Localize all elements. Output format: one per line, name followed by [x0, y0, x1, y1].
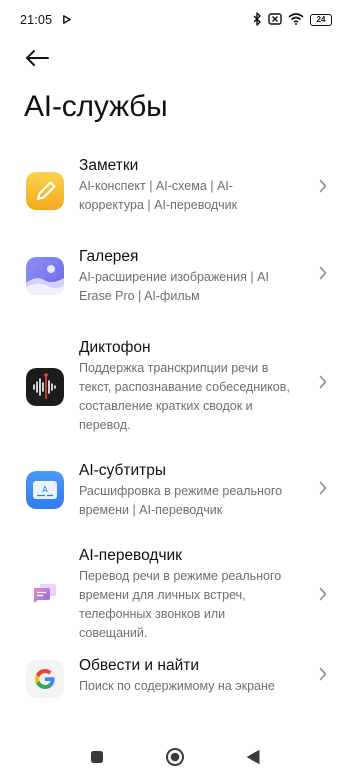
- service-item-recorder[interactable]: Диктофон Поддержка транскрипции речи в т…: [0, 328, 350, 450]
- service-description: Перевод речи в режиме реального времени …: [79, 567, 314, 643]
- service-item-gallery[interactable]: Галерея AI-расширение изображения | AI E…: [0, 236, 350, 328]
- service-description: AI-конспект | AI-схема | AI- корректура …: [79, 177, 314, 215]
- svg-text:A: A: [42, 485, 48, 494]
- service-description-line: составление кратких сводок и: [79, 399, 253, 413]
- service-description-line: корректура | AI-переводчик: [79, 198, 238, 212]
- service-item-circle-to-search[interactable]: Обвести и найти Поиск по содержимому на …: [0, 650, 350, 712]
- translator-chat-icon: [26, 574, 64, 612]
- service-description: AI-расширение изображения | AI Erase Pro…: [79, 268, 314, 306]
- service-title: AI-субтитры: [79, 462, 166, 479]
- service-description-line: текст, распознавание собеседников,: [79, 380, 290, 394]
- service-description-line: AI-расширение изображения | AI: [79, 270, 269, 284]
- service-title: Заметки: [79, 157, 139, 174]
- chevron-right-icon: [318, 586, 328, 602]
- service-item-ai-translator[interactable]: AI-переводчик Перевод речи в режиме реал…: [0, 532, 350, 650]
- arrow-left-icon: [25, 49, 49, 72]
- screen: 21:05 24 AI-службы Заметки AI-конспект |…: [0, 0, 350, 778]
- back-triangle-icon[interactable]: [242, 746, 264, 768]
- service-title: AI-переводчик: [79, 547, 182, 564]
- service-description-line: времени для личных встреч,: [79, 588, 246, 602]
- service-description-line: времени | AI-переводчик: [79, 503, 223, 517]
- chevron-right-icon: [318, 480, 328, 496]
- subtitles-icon: A: [26, 471, 64, 509]
- battery-icon: 24: [310, 14, 332, 26]
- back-button[interactable]: [20, 45, 54, 75]
- service-description-line: Erase Pro | AI-фильм: [79, 289, 200, 303]
- battery-level: 24: [316, 15, 326, 24]
- chevron-right-icon: [318, 265, 328, 281]
- chevron-right-icon: [318, 178, 328, 194]
- service-description-line: Перевод речи в режиме реального: [79, 569, 282, 583]
- service-description-line: телефонных звонков или: [79, 607, 226, 621]
- status-bar: 21:05 24: [0, 0, 350, 40]
- gallery-mountain-icon: [26, 257, 64, 295]
- sim-card-off-icon: [268, 12, 282, 28]
- service-item-ai-subtitles[interactable]: A AI-субтитры Расшифровка в режиме реаль…: [0, 450, 350, 532]
- service-description-line: AI-конспект | AI-схема | AI-: [79, 179, 233, 193]
- service-description-line: Поддержка транскрипции речи в: [79, 361, 269, 375]
- service-description-line: Расшифровка в режиме реального: [79, 484, 283, 498]
- service-description: Поиск по содержимому на экране: [79, 677, 314, 696]
- service-title: Галерея: [79, 248, 139, 265]
- service-list: Заметки AI-конспект | AI-схема | AI- кор…: [0, 148, 350, 712]
- service-description: Поддержка транскрипции речи в текст, рас…: [79, 359, 314, 435]
- service-title: Диктофон: [79, 339, 151, 356]
- google-g-icon: [26, 660, 64, 698]
- service-description-line: перевод.: [79, 418, 131, 432]
- service-title: Обвести и найти: [79, 657, 199, 674]
- bluetooth-icon: [252, 11, 262, 29]
- service-description: Расшифровка в режиме реального времени |…: [79, 482, 314, 520]
- chevron-right-icon: [318, 666, 328, 682]
- service-item-notes[interactable]: Заметки AI-конспект | AI-схема | AI- кор…: [0, 148, 350, 236]
- status-time: 21:05: [20, 13, 53, 27]
- notes-pencil-icon: [26, 172, 64, 210]
- service-description-line: Поиск по содержимому на экране: [79, 679, 275, 693]
- wifi-icon: [288, 12, 304, 28]
- navigation-bar: [0, 740, 350, 774]
- page-title: AI-службы: [24, 90, 168, 123]
- recents-square-icon[interactable]: [86, 746, 108, 768]
- service-description-line: совещаний.: [79, 626, 148, 640]
- play-icon: [62, 13, 72, 27]
- chevron-right-icon: [318, 374, 328, 390]
- home-circle-icon[interactable]: [164, 746, 186, 768]
- recorder-waveform-icon: [26, 368, 64, 406]
